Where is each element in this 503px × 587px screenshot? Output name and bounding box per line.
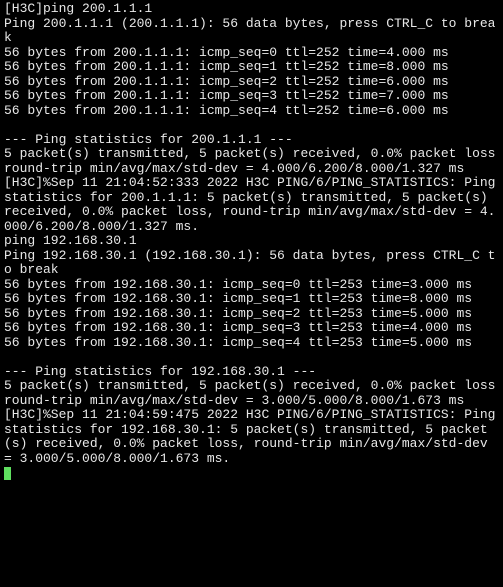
terminal-output[interactable]: [H3C]ping 200.1.1.1 Ping 200.1.1.1 (200.… xyxy=(0,0,503,483)
cursor xyxy=(4,467,11,480)
terminal-text: [H3C]ping 200.1.1.1 Ping 200.1.1.1 (200.… xyxy=(4,1,503,466)
